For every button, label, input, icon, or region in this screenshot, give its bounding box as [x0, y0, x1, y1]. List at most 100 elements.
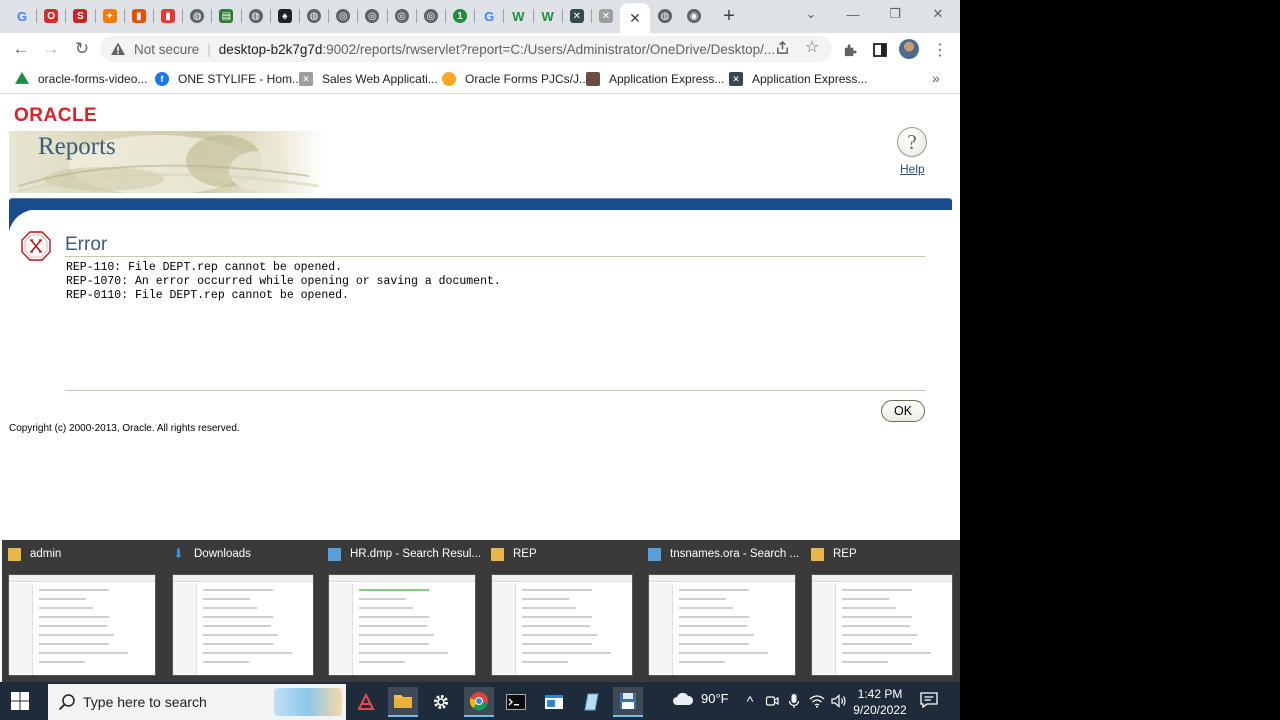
bookmark-item[interactable]: oracle-forms-video...: [15, 71, 147, 87]
orange-app-icon: ✦: [102, 9, 117, 23]
browser-tab[interactable]: ▤: [213, 5, 239, 27]
preview-thumbnail: [648, 574, 796, 676]
browser-tab[interactable]: W: [505, 5, 531, 27]
bookmark-item[interactable]: f ONE STYLIFE - Hom...: [155, 71, 302, 87]
browser-tab[interactable]: 1: [447, 5, 473, 27]
warning-icon[interactable]: [110, 41, 126, 57]
restore-icon[interactable]: ❐: [880, 4, 910, 24]
chrome-taskbar-icon[interactable]: [464, 687, 494, 717]
thumbnail-line: [522, 607, 576, 609]
thumbnail-line: [842, 625, 910, 627]
close-tab-icon[interactable]: ✕: [629, 10, 641, 27]
copyright-text: Copyright (c) 2000-2013, Oracle. All rig…: [9, 423, 240, 434]
tab-separator: [269, 9, 271, 23]
tab-separator: [123, 9, 125, 23]
w-icon: W: [512, 8, 525, 24]
help-link[interactable]: Help: [900, 162, 925, 176]
preview-title: ⬇ Downloads: [172, 546, 251, 562]
browser-tab[interactable]: ◉: [681, 5, 707, 27]
thumbnail-line: [39, 598, 86, 600]
apex-icon: ✕: [729, 72, 743, 86]
bookmark-item[interactable]: Oracle Forms PJCs/J...: [442, 71, 589, 87]
browser-tab[interactable]: G: [9, 5, 35, 27]
address-bar[interactable]: Not secure | desktop-b2k7g7d:9002/report…: [100, 36, 832, 62]
wifi-icon[interactable]: [808, 692, 826, 710]
browser-tab[interactable]: ◎: [359, 5, 385, 27]
notification-icon[interactable]: [920, 692, 938, 708]
taskbar-search[interactable]: Type here to search: [48, 684, 346, 720]
windows-start-icon[interactable]: [10, 691, 30, 711]
weather-widget[interactable]: 90°F: [672, 691, 729, 706]
settings-gear-icon[interactable]: [426, 687, 456, 717]
url-text[interactable]: desktop-b2k7g7d:9002/reports/rwservlet?r…: [219, 42, 775, 57]
tab-search-dropdown-icon[interactable]: ⌄: [796, 4, 826, 24]
browser-tab[interactable]: ◎: [389, 5, 415, 27]
browser-tab[interactable]: G: [476, 5, 502, 27]
browser-tab[interactable]: ▮: [155, 5, 181, 27]
browser-tab[interactable]: ◍: [652, 5, 678, 27]
thumbnail-line: [359, 661, 405, 663]
window-app-icon[interactable]: [539, 687, 569, 717]
browser-tab[interactable]: ◍: [301, 5, 327, 27]
profile-avatar[interactable]: [899, 39, 919, 59]
browser-tab[interactable]: W: [535, 5, 561, 27]
bookmarks-overflow-icon[interactable]: »: [932, 70, 940, 86]
terminal-icon[interactable]: [501, 687, 531, 717]
bookmark-item[interactable]: ✕ Sales Web Applicati...: [299, 71, 438, 87]
volume-icon[interactable]: [830, 692, 848, 710]
office-icon: ▮: [131, 9, 146, 23]
menu-dots-icon[interactable]: ⋮: [929, 39, 951, 61]
taskbar-preview-window[interactable]: REP: [805, 540, 965, 682]
taskbar-preview-window[interactable]: HR.dmp - Search Resul...: [322, 540, 482, 682]
not-secure-label[interactable]: Not secure: [134, 42, 199, 57]
preview-title-text: admin: [30, 548, 62, 560]
browser-tab[interactable]: ✦: [97, 5, 123, 27]
taskbar-preview-window[interactable]: ⬇ Downloads: [166, 540, 326, 682]
browser-tab[interactable]: ◎: [330, 5, 356, 27]
share-icon[interactable]: [772, 37, 792, 57]
browser-tab[interactable]: ✕: [564, 5, 590, 27]
close-window-icon[interactable]: ✕: [923, 4, 953, 24]
search-placeholder: Type here to search: [83, 694, 207, 710]
taskbar-preview-window[interactable]: REP: [485, 540, 645, 682]
chrome-icon: ◎: [423, 9, 438, 23]
browser-tab[interactable]: S: [67, 5, 93, 27]
back-button[interactable]: ←: [10, 38, 32, 60]
thumbnail-sidebar: [9, 583, 33, 675]
meet-now-icon[interactable]: [763, 692, 781, 710]
browser-tab[interactable]: ▮: [126, 5, 152, 27]
preview-title: REP: [491, 546, 537, 562]
browser-tab[interactable]: ◍: [243, 5, 269, 27]
tray-chevron-icon[interactable]: ^: [741, 692, 759, 710]
bookmark-item[interactable]: ✕ Application Express...: [729, 71, 867, 87]
preview-title: admin: [8, 546, 61, 562]
reload-button[interactable]: ↻: [71, 38, 93, 60]
browser-tab[interactable]: ◍: [184, 5, 210, 27]
microphone-icon[interactable]: [785, 692, 803, 710]
browser-tab[interactable]: ✕: [593, 5, 619, 27]
browser-tab[interactable]: O: [38, 5, 64, 27]
extensions-icon[interactable]: [839, 39, 861, 61]
file-explorer-icon[interactable]: [388, 687, 418, 717]
browser-tab[interactable]: ◎: [418, 5, 444, 27]
notepad-icon[interactable]: [576, 687, 606, 717]
ok-button[interactable]: OK: [881, 400, 925, 422]
thumbnail-line: [203, 634, 278, 636]
bookmark-star-icon[interactable]: ☆: [802, 37, 822, 57]
thumbnail-line: [679, 634, 754, 636]
taskbar-preview-window[interactable]: admin: [2, 540, 162, 682]
thumbnail-line: [359, 625, 427, 627]
side-panel-icon[interactable]: [869, 39, 891, 61]
system-clock[interactable]: 1:42 PM 9/20/2022: [850, 686, 910, 718]
browser-tab[interactable]: ♠: [272, 5, 298, 27]
new-tab-button[interactable]: +: [718, 5, 740, 27]
save-disk-icon[interactable]: [613, 687, 643, 717]
minimize-icon[interactable]: —: [838, 4, 868, 24]
taskbar-preview-window[interactable]: tnsnames.ora - Search ...: [642, 540, 802, 682]
bookmark-item[interactable]: Application Express...: [586, 71, 724, 87]
active-tab[interactable]: ✕: [620, 3, 650, 33]
apex-taskbar-icon[interactable]: [351, 687, 381, 717]
tab-strip: G O S ✦ ▮ ▮ ◍ ▤ ◍ ♠ ◍ ◎ ◎ ◎ ◎ 1 G W W ✕ ✕ ✕ ◍ ◉ + ⌄ — ❐ ✕: [0, 0, 960, 33]
forward-button[interactable]: →: [40, 38, 62, 60]
help-icon[interactable]: ?: [897, 127, 927, 157]
